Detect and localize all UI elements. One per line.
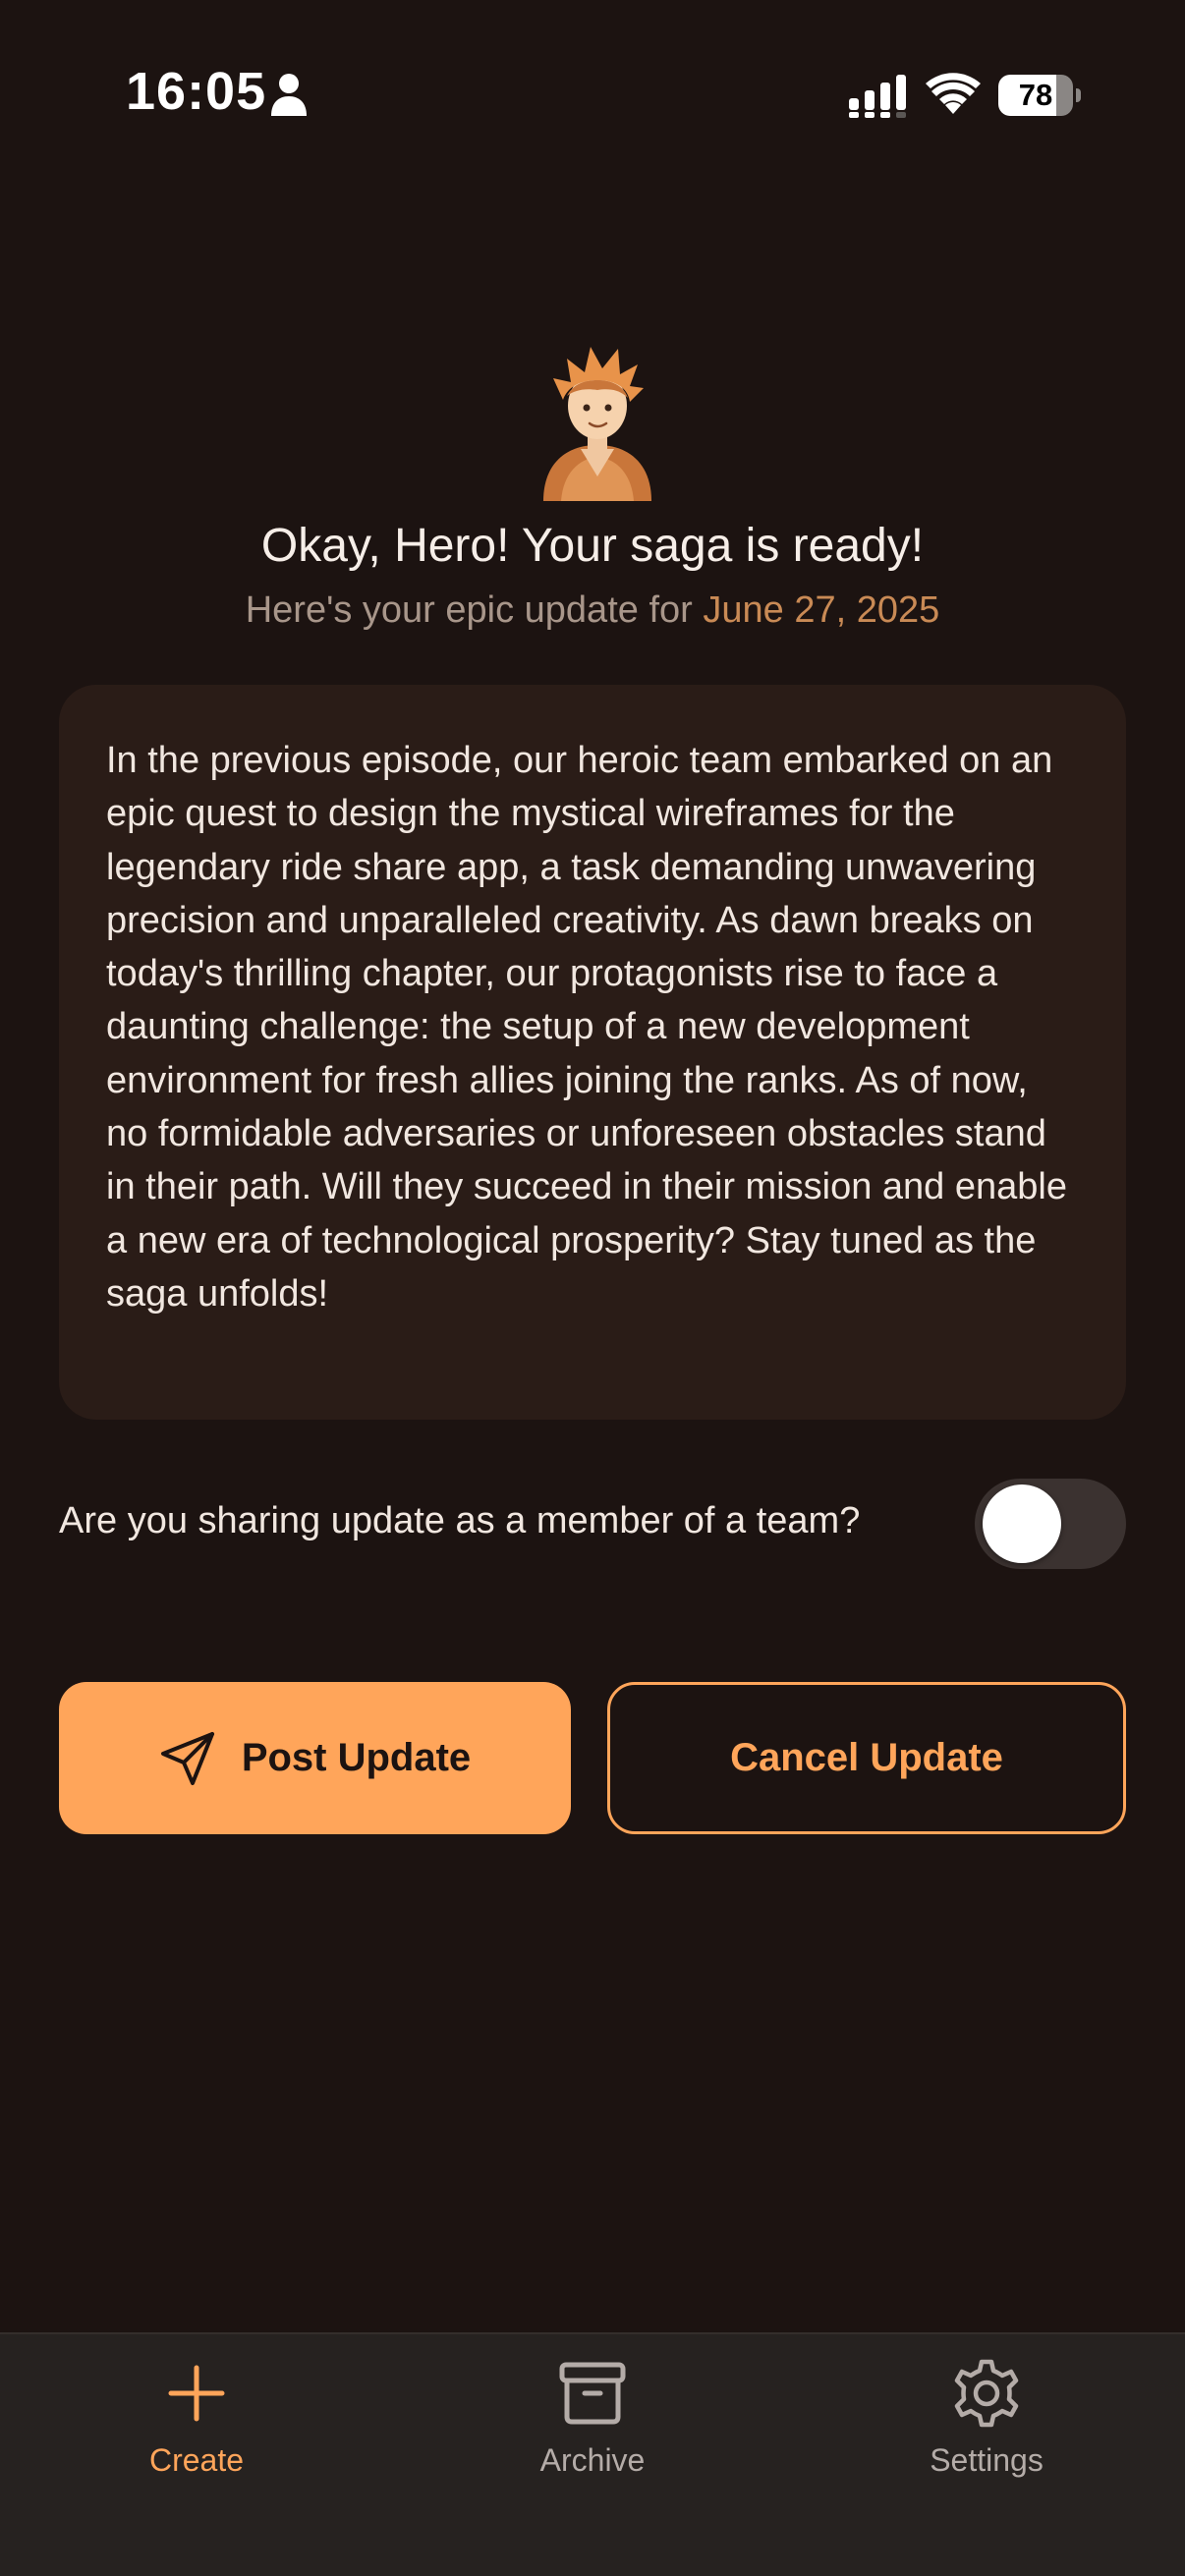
bottom-navigation: Create Archive Settings bbox=[0, 2332, 1185, 2576]
person-icon bbox=[271, 74, 307, 116]
toggle-knob bbox=[983, 1484, 1061, 1563]
page-subtitle: Here's your epic update for June 27, 202… bbox=[0, 589, 1185, 632]
cellular-signal-icon bbox=[849, 75, 906, 118]
cancel-update-button[interactable]: Cancel Update bbox=[607, 1682, 1126, 1834]
nav-settings-label: Settings bbox=[930, 2442, 1044, 2478]
plus-icon bbox=[168, 2365, 225, 2422]
saga-story-text: In the previous episode, our heroic team… bbox=[106, 740, 1067, 1315]
battery-level: 78 bbox=[1018, 78, 1053, 112]
hero-avatar bbox=[543, 347, 651, 501]
battery-body: 78 bbox=[998, 75, 1073, 116]
nav-create-label: Create bbox=[148, 2442, 245, 2478]
cancel-update-label: Cancel Update bbox=[730, 1736, 1003, 1779]
status-bar: 16:05 78 bbox=[0, 0, 1185, 196]
team-member-question: Are you sharing update as a member of a … bbox=[59, 1500, 861, 1541]
team-member-toggle[interactable] bbox=[975, 1479, 1126, 1569]
archive-box-icon bbox=[559, 2362, 626, 2425]
nav-archive[interactable]: Archive bbox=[465, 2358, 720, 2505]
team-member-row: Are you sharing update as a member of a … bbox=[59, 1479, 1126, 1569]
send-icon bbox=[160, 1731, 214, 1785]
battery-indicator: 78 bbox=[998, 75, 1081, 116]
subtitle-prefix: Here's your epic update for bbox=[245, 589, 704, 631]
nav-settings[interactable]: Settings bbox=[859, 2358, 1114, 2505]
post-update-label: Post Update bbox=[241, 1736, 472, 1779]
page-title: Okay, Hero! Your saga is ready! bbox=[260, 520, 925, 572]
battery-nub bbox=[1076, 88, 1081, 102]
nav-create[interactable]: Create bbox=[69, 2358, 324, 2505]
post-update-button[interactable]: Post Update bbox=[59, 1682, 571, 1834]
status-time: 16:05 bbox=[126, 62, 267, 121]
nav-archive-label: Archive bbox=[539, 2442, 646, 2478]
gear-icon bbox=[954, 2359, 1019, 2428]
update-date: June 27, 2025 bbox=[703, 589, 940, 631]
saga-story-card: In the previous episode, our heroic team… bbox=[59, 685, 1126, 1420]
wifi-icon bbox=[926, 73, 981, 114]
